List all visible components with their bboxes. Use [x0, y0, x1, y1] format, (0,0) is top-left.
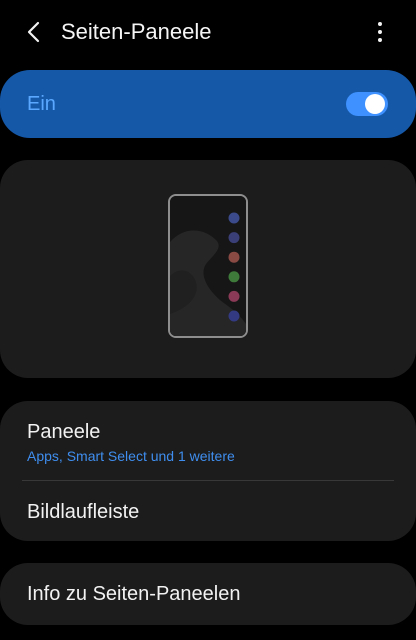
- back-button[interactable]: [18, 16, 50, 48]
- settings-group: Paneele Apps, Smart Select und 1 weitere…: [0, 401, 416, 541]
- paneele-row[interactable]: Paneele Apps, Smart Select und 1 weitere: [0, 401, 416, 480]
- master-switch-bar[interactable]: Ein: [0, 70, 416, 138]
- edge-handle-dot: [228, 232, 240, 244]
- phone-illustration: [168, 194, 248, 338]
- edge-handle-dot: [228, 212, 240, 224]
- more-options-button[interactable]: [364, 16, 396, 48]
- edge-handle-dot: [228, 251, 240, 263]
- paneele-title: Paneele: [27, 421, 101, 443]
- edge-panels-settings-screen: Seiten-Paneele Ein Paneele Apps, Smart S…: [0, 0, 416, 640]
- edge-handle-dot: [228, 310, 240, 322]
- bildlaufleiste-row[interactable]: Bildlaufleiste: [0, 481, 416, 541]
- more-vertical-icon: [378, 22, 382, 42]
- toggle-knob: [365, 94, 385, 114]
- edge-handle-dot: [228, 271, 240, 283]
- page-title: Seiten-Paneele: [61, 19, 212, 44]
- preview-card: [0, 160, 416, 378]
- info-row[interactable]: Info zu Seiten-Paneelen: [0, 563, 416, 625]
- master-toggle-switch[interactable]: [346, 92, 388, 116]
- edge-handle-dot: [228, 290, 240, 302]
- bildlaufleiste-title: Bildlaufleiste: [27, 501, 140, 523]
- paneele-subtitle: Apps, Smart Select und 1 weitere: [27, 448, 235, 464]
- info-title: Info zu Seiten-Paneelen: [27, 583, 241, 605]
- chevron-left-icon: [27, 21, 40, 43]
- phone-screen-art: [170, 196, 246, 336]
- app-bar: Seiten-Paneele: [0, 0, 416, 64]
- master-switch-label: Ein: [27, 93, 56, 115]
